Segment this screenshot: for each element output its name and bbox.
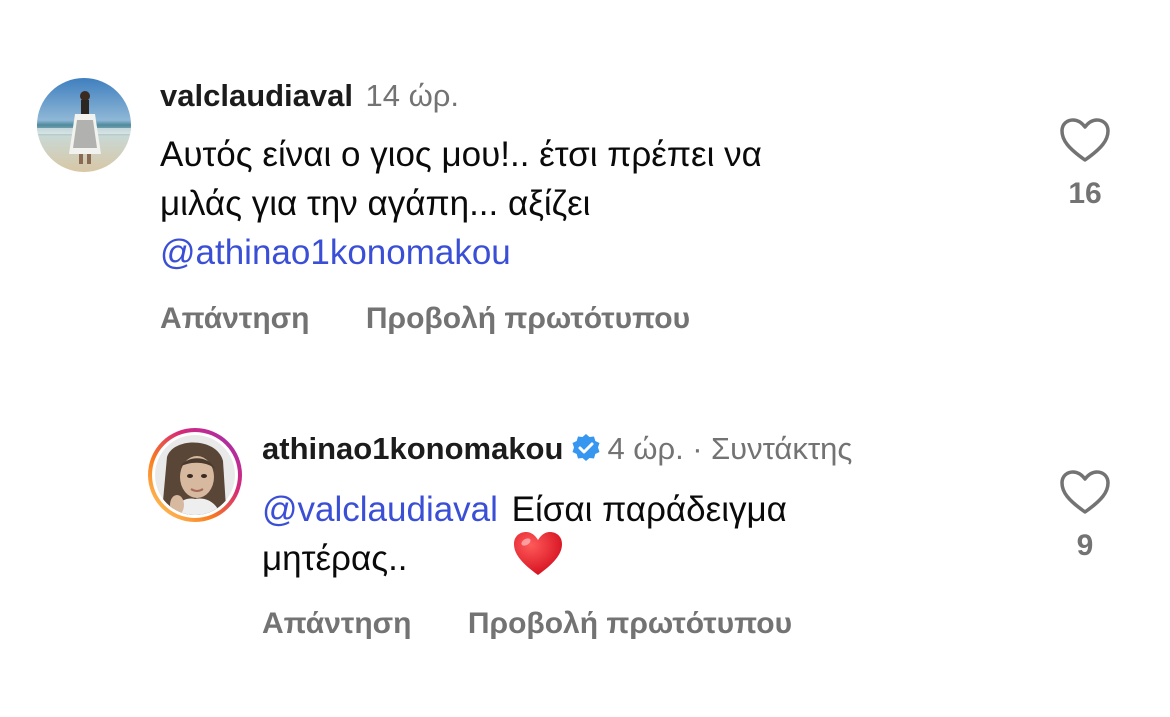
comment-item: valclaudiaval 14 ώρ. Αυτός είναι ο γιος … xyxy=(0,0,1170,360)
verified-badge-icon xyxy=(571,433,601,468)
timestamp: 4 ώρ. xyxy=(607,431,684,466)
reply-item: athinao1konomakou 4 ώρ. · Συντάκτης @valc… xyxy=(0,360,1170,717)
comment-text: μητέρας.. xyxy=(262,539,408,578)
mention-link[interactable]: @athinao1konomakou xyxy=(160,228,511,277)
like-count: 9 xyxy=(1076,529,1094,562)
avatar[interactable] xyxy=(147,427,243,523)
author-role-label: Συντάκτης xyxy=(710,431,853,466)
timestamp: 14 ώρ. xyxy=(365,78,460,113)
username[interactable]: athinao1konomakou xyxy=(262,431,563,466)
like-column: 16 xyxy=(1050,118,1120,211)
username[interactable]: valclaudiaval xyxy=(160,78,353,113)
heart-outline-icon[interactable] xyxy=(1060,118,1110,168)
comment-text-line: μιλάς για την αγάπη... αξίζει xyxy=(160,184,591,223)
like-column: 9 xyxy=(1050,470,1120,563)
heart-outline-icon[interactable] xyxy=(1060,470,1110,520)
view-original-button[interactable]: Προβολή πρωτότυπου xyxy=(468,607,792,640)
like-count: 16 xyxy=(1068,177,1102,210)
comment-text-line: μητέρας.. xyxy=(262,534,408,583)
comment-text-line: Αυτός είναι ο γιος μου!.. έτσι πρέπει να xyxy=(160,135,762,174)
comment-header: valclaudiaval 14 ώρ. xyxy=(160,78,459,114)
view-original-button[interactable]: Προβολή πρωτότυπου xyxy=(366,302,690,335)
comment-actions: Απάντηση Προβολή πρωτότυπου xyxy=(160,302,690,336)
separator: · xyxy=(692,431,703,466)
comment-actions: Απάντηση Προβολή πρωτότυπου xyxy=(262,607,792,641)
reply-button[interactable]: Απάντηση xyxy=(160,302,310,335)
avatar[interactable] xyxy=(37,78,131,172)
comment-text: Είσαι παράδειγμα xyxy=(511,490,787,529)
mention-link[interactable]: @valclaudiaval xyxy=(262,490,498,529)
heart-emoji xyxy=(512,530,564,583)
comment-header: athinao1konomakou 4 ώρ. · Συντάκτης xyxy=(262,431,852,468)
comment-text-line: @valclaudiaval Είσαι παράδειγμα xyxy=(262,485,787,534)
reply-button[interactable]: Απάντηση xyxy=(262,607,412,640)
